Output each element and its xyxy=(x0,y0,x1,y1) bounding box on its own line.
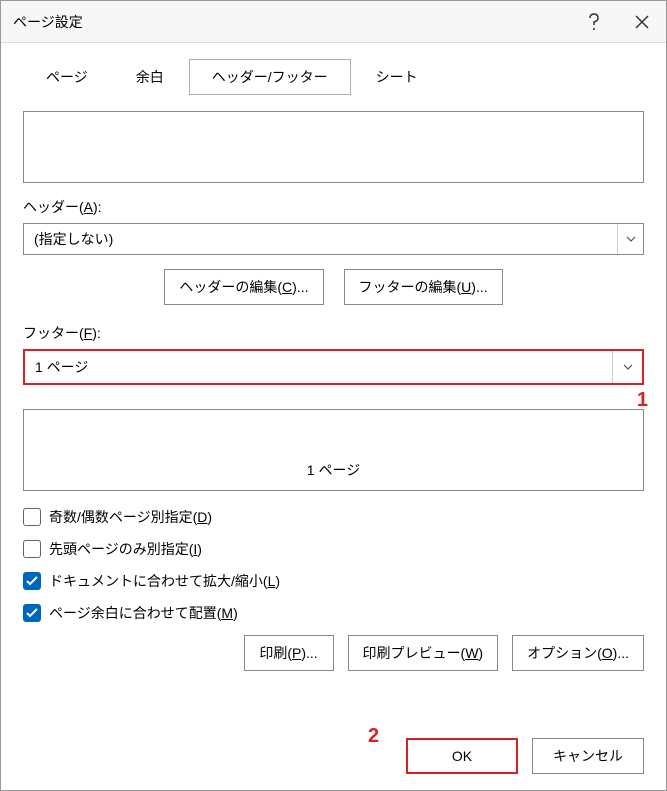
tab-margins[interactable]: 余白 xyxy=(113,59,187,95)
options-button[interactable]: オプション(O)... xyxy=(512,635,644,671)
page-setup-dialog: ページ設定 ページ 余白 ヘッダー/フッター シート ヘッダー(A): (指定し… xyxy=(0,0,667,791)
close-button[interactable] xyxy=(618,1,666,43)
tab-sheet[interactable]: シート xyxy=(353,59,441,95)
close-icon xyxy=(635,15,649,29)
footer-select[interactable]: 1 ページ xyxy=(23,349,644,385)
footer-label: フッター(F): xyxy=(23,323,644,343)
checkbox-odd-even[interactable]: 奇数/偶数ページ別指定(D) xyxy=(23,507,644,527)
checkbox-scale[interactable]: ドキュメントに合わせて拡大/縮小(L) xyxy=(23,571,644,591)
annotation-2: 2 xyxy=(368,725,379,748)
print-button[interactable]: 印刷(P)... xyxy=(244,635,334,671)
dialog-title: ページ設定 xyxy=(13,12,570,32)
lower-buttons: 印刷(P)... 印刷プレビュー(W) オプション(O)... xyxy=(23,635,644,671)
chevron-down-icon xyxy=(617,224,643,254)
tab-page[interactable]: ページ xyxy=(23,59,111,95)
titlebar: ページ設定 xyxy=(1,1,666,43)
checkbox-icon xyxy=(23,572,41,590)
footer-select-value: 1 ページ xyxy=(35,357,88,377)
checkbox-icon xyxy=(23,604,41,622)
edit-buttons-row: ヘッダーの編集(C)... フッターの編集(U)... xyxy=(23,269,644,305)
header-preview xyxy=(23,111,644,183)
checkbox-icon xyxy=(23,540,41,558)
dialog-content: ページ 余白 ヘッダー/フッター シート ヘッダー(A): (指定しない) ヘッ… xyxy=(1,43,666,671)
header-label: ヘッダー(A): xyxy=(23,197,644,217)
tabs: ページ 余白 ヘッダー/フッター シート xyxy=(23,59,644,95)
checkbox-align-margin[interactable]: ページ余白に合わせて配置(M) xyxy=(23,603,644,623)
header-select-value: (指定しない) xyxy=(34,229,113,249)
annotation-1: 1 xyxy=(637,389,648,412)
help-button[interactable] xyxy=(570,1,618,43)
help-icon xyxy=(587,13,601,31)
cancel-button[interactable]: キャンセル xyxy=(532,738,644,774)
chevron-down-icon xyxy=(612,351,642,383)
edit-footer-button[interactable]: フッターの編集(U)... xyxy=(344,269,503,305)
edit-header-button[interactable]: ヘッダーの編集(C)... xyxy=(164,269,323,305)
dialog-buttons: OK キャンセル xyxy=(406,738,644,774)
checkbox-first-page[interactable]: 先頭ページのみ別指定(I) xyxy=(23,539,644,559)
footer-select-wrap: 1 ページ 1 xyxy=(23,349,644,385)
header-select[interactable]: (指定しない) xyxy=(23,223,644,255)
ok-button[interactable]: OK xyxy=(406,738,518,774)
tab-header-footer[interactable]: ヘッダー/フッター xyxy=(189,59,351,95)
print-preview-button[interactable]: 印刷プレビュー(W) xyxy=(348,635,499,671)
footer-preview: 1 ページ xyxy=(23,409,644,491)
footer-preview-text: 1 ページ xyxy=(307,460,360,480)
checkbox-icon xyxy=(23,508,41,526)
